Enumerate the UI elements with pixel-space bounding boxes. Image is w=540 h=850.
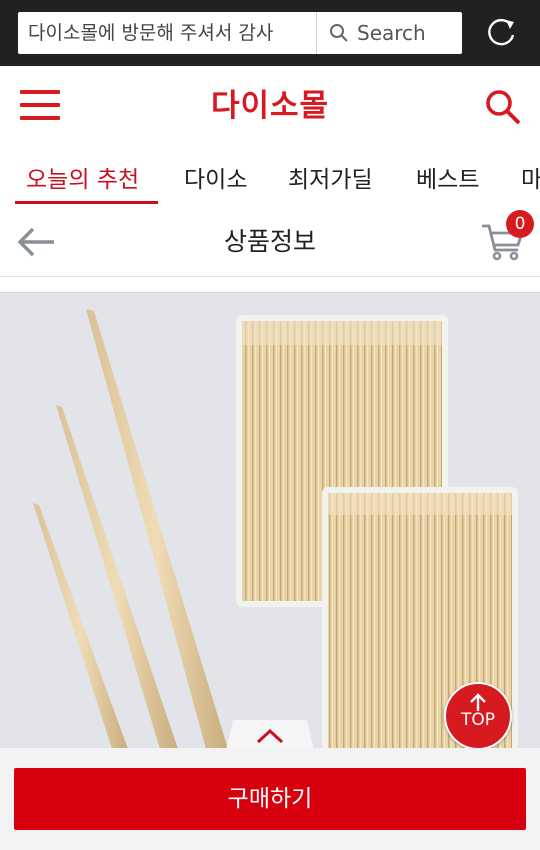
- search-icon[interactable]: [484, 88, 522, 126]
- arrow-up-icon: [470, 693, 486, 711]
- collapse-toggle[interactable]: [226, 720, 314, 750]
- refresh-icon[interactable]: [484, 16, 518, 50]
- site-header: 다이소몰: [0, 66, 540, 144]
- scroll-top-label: TOP: [460, 710, 496, 730]
- tab-best[interactable]: 베스트: [416, 160, 479, 194]
- browser-search-label: Search: [357, 21, 426, 45]
- skewer-sticks-image: [33, 309, 518, 749]
- cart-count-badge: 0: [506, 210, 534, 238]
- search-icon: [330, 24, 348, 42]
- buy-button[interactable]: 구매하기: [14, 768, 526, 830]
- tab-today-recommend[interactable]: 오늘의 추천: [26, 160, 139, 194]
- address-bar[interactable]: 다이소몰에 방문해 주셔서 감사 Search: [18, 12, 462, 54]
- browser-search[interactable]: Search: [317, 21, 426, 45]
- category-tabs: 오늘의 추천 다이소 최저가딜 베스트 마: [0, 144, 540, 206]
- url-text[interactable]: 다이소몰에 방문해 주셔서 감사: [18, 12, 317, 54]
- site-logo[interactable]: 다이소몰: [0, 80, 540, 125]
- scroll-top-button[interactable]: TOP: [444, 682, 512, 750]
- chevron-up-icon: [256, 728, 284, 744]
- tab-daiso[interactable]: 다이소: [184, 160, 247, 194]
- page-title: 상품정보: [223, 227, 316, 256]
- active-tab-indicator: [15, 201, 158, 204]
- subheader: 상품정보: [0, 206, 540, 277]
- tab-more[interactable]: 마: [521, 160, 540, 194]
- tab-lowest-price-deal[interactable]: 최저가딜: [288, 160, 373, 194]
- product-image: [0, 292, 540, 749]
- browser-bar: 다이소몰에 방문해 주셔서 감사 Search: [0, 0, 540, 66]
